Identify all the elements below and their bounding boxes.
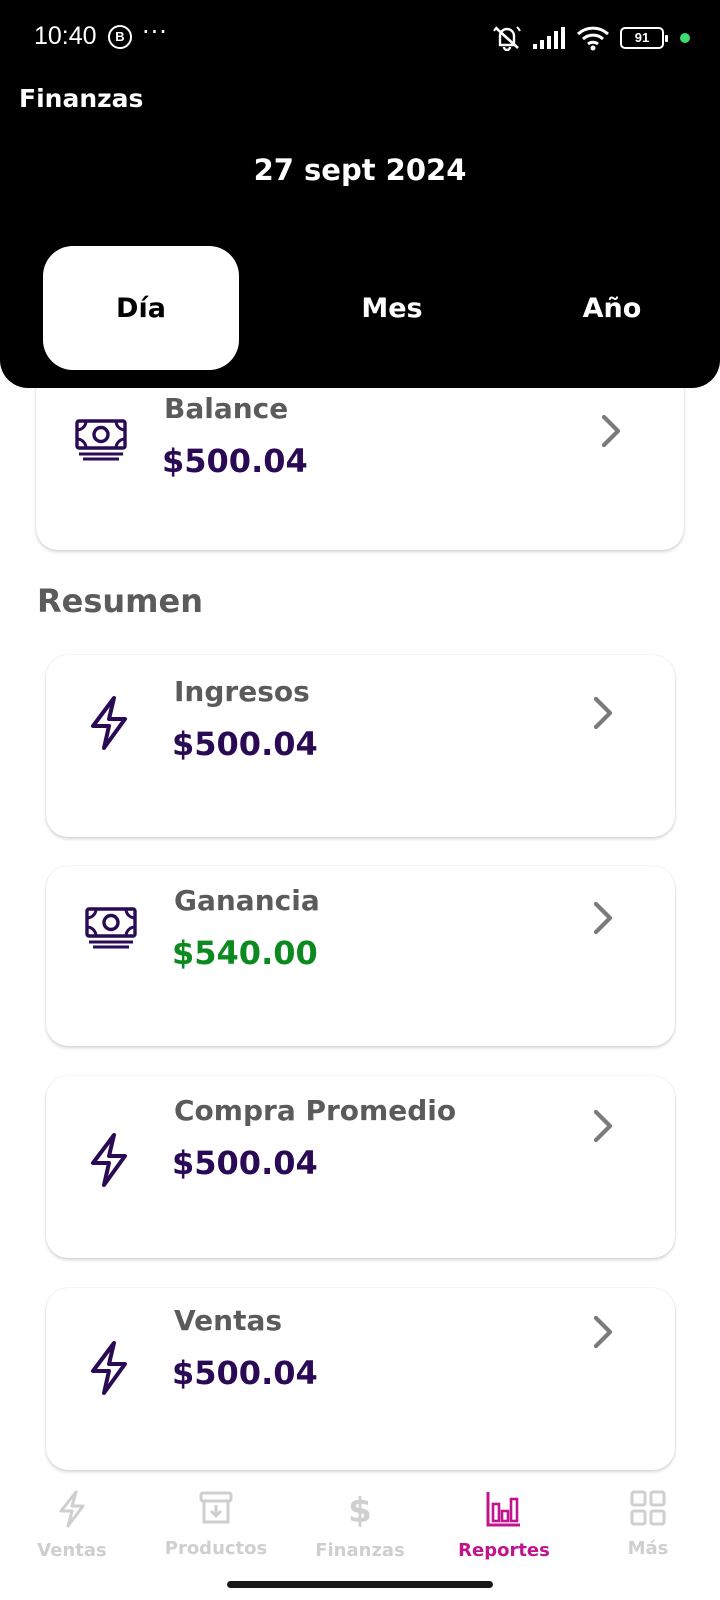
battery-icon: 91 [620, 27, 668, 49]
nav-reportes[interactable]: Reportes [434, 1490, 574, 1561]
ingresos-label: Ingresos [174, 675, 310, 708]
date-selector[interactable]: 27 sept 2024 [0, 153, 720, 187]
privacy-indicator-dot [680, 33, 690, 43]
mute-icon [493, 26, 521, 51]
chevron-right-icon [601, 414, 621, 448]
svg-text:$: $ [348, 1491, 372, 1528]
lightning-icon [59, 1490, 85, 1528]
archive-icon [199, 1491, 233, 1524]
status-bar: 10:40 B ··· 91 [0, 0, 720, 78]
app-header: 10:40 B ··· 91 Finanzas 27 sept 2024 Día… [0, 0, 720, 388]
nav-finanzas-label: Finanzas [315, 1540, 405, 1561]
lightning-icon [91, 1341, 127, 1395]
compra-promedio-label: Compra Promedio [174, 1094, 457, 1127]
nav-mas-label: Más [627, 1538, 669, 1559]
b-badge-icon: B [108, 25, 132, 49]
lightning-icon [91, 1133, 127, 1187]
page-title: Finanzas [19, 84, 144, 113]
status-time: 10:40 [34, 22, 97, 50]
money-icon [75, 419, 127, 461]
ingresos-value: $500.04 [172, 725, 318, 763]
balance-value: $500.04 [162, 442, 308, 480]
ganancia-label: Ganancia [174, 884, 320, 917]
nav-ventas[interactable]: Ventas [2, 1490, 142, 1561]
home-indicator[interactable] [227, 1581, 493, 1588]
ventas-value: $500.04 [172, 1354, 318, 1392]
tab-ano[interactable]: Año [510, 246, 714, 370]
chevron-right-icon [593, 1315, 613, 1349]
wifi-icon [576, 26, 610, 51]
ventas-label: Ventas [174, 1304, 283, 1337]
chevron-right-icon [593, 901, 613, 935]
more-notifications-icon: ··· [142, 18, 168, 46]
bar-chart-icon [486, 1492, 520, 1527]
ventas-card[interactable]: Ventas $500.04 [46, 1288, 675, 1470]
status-icons: 91 [492, 24, 690, 52]
nav-ventas-label: Ventas [37, 1540, 107, 1561]
tab-dia[interactable]: Día [43, 246, 239, 370]
lightning-icon [91, 696, 127, 750]
chevron-right-icon [593, 696, 613, 730]
ganancia-value: $540.00 [172, 934, 318, 972]
nav-reportes-label: Reportes [458, 1540, 550, 1561]
ganancia-card[interactable]: Ganancia $540.00 [46, 866, 675, 1046]
nav-finanzas[interactable]: $ Finanzas [290, 1490, 430, 1561]
tab-mes[interactable]: Mes [290, 246, 494, 370]
nav-productos-label: Productos [164, 1538, 268, 1559]
summary-title: Resumen [37, 582, 203, 620]
money-icon [85, 907, 137, 949]
nav-mas[interactable]: Más [578, 1490, 718, 1559]
balance-label: Balance [164, 392, 289, 425]
dollar-icon: $ [348, 1491, 372, 1528]
ingresos-card[interactable]: Ingresos $500.04 [46, 655, 675, 837]
chevron-right-icon [593, 1109, 613, 1143]
signal-icon [533, 27, 565, 49]
grid-icon [630, 1490, 666, 1526]
period-tabs: Día Mes Año [0, 246, 720, 370]
compra-promedio-card[interactable]: Compra Promedio $500.04 [46, 1076, 675, 1258]
compra-promedio-value: $500.04 [172, 1144, 318, 1182]
balance-card[interactable]: Balance $500.04 [36, 360, 684, 550]
nav-productos[interactable]: Productos [146, 1490, 286, 1559]
